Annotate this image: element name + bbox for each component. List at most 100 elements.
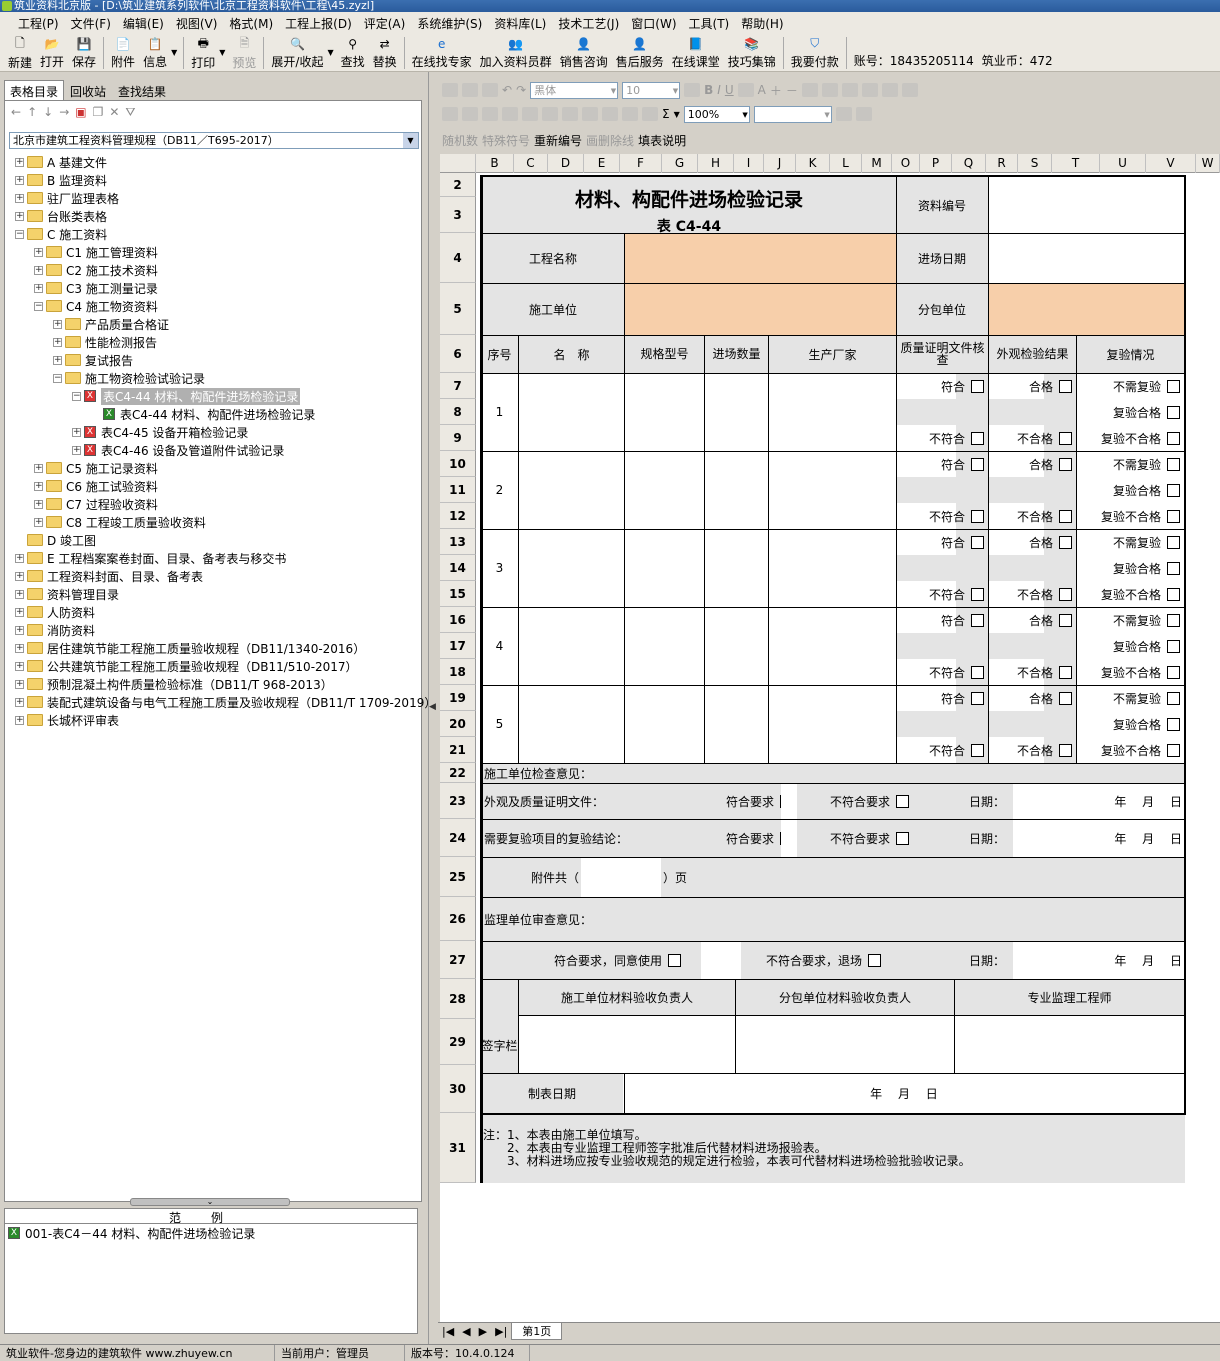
join-group-button[interactable]: 👥 加入资料员群: [476, 34, 556, 70]
expand-icon[interactable]: +: [34, 481, 43, 491]
filter-icon[interactable]: ⛛: [125, 105, 135, 125]
info-dropdown-arrow[interactable]: ▼: [171, 34, 180, 57]
row-header[interactable]: 19: [440, 685, 476, 711]
menu-view[interactable]: 视图(V): [170, 15, 224, 32]
align-center-icon[interactable]: [821, 83, 838, 97]
row-header[interactable]: 24: [440, 819, 476, 857]
menu-system[interactable]: 系统维护(S): [411, 15, 488, 32]
column-header[interactable]: L: [830, 154, 862, 173]
subcontractor-input[interactable]: [988, 283, 1184, 335]
menu-library[interactable]: 资料库(L): [488, 15, 552, 32]
column-header[interactable]: T: [1052, 154, 1100, 173]
row-header[interactable]: 10: [440, 451, 476, 477]
tips-button[interactable]: 📚 技巧集锦: [724, 34, 780, 70]
tree-node[interactable]: + 台账类表格: [9, 207, 421, 225]
expand-icon[interactable]: +: [15, 661, 24, 671]
cert-notok-checkbox[interactable]: [971, 509, 984, 523]
menu-help[interactable]: 帮助(H): [735, 15, 789, 32]
column-header[interactable]: K: [796, 154, 830, 173]
made-date-value[interactable]: 年 月 日: [624, 1073, 1184, 1113]
row-header[interactable]: 23: [440, 783, 476, 819]
print-dropdown-arrow[interactable]: ▼: [219, 34, 228, 57]
paste-icon[interactable]: [482, 83, 498, 97]
delete-row-icon[interactable]: [522, 107, 538, 121]
row-header[interactable]: 7: [440, 373, 476, 399]
menu-format[interactable]: 格式(M): [223, 15, 279, 32]
appearance-docs-notmeet-checkbox[interactable]: [896, 794, 909, 808]
row-header[interactable]: 15: [440, 581, 476, 607]
menu-report[interactable]: 工程上报(D): [279, 15, 358, 32]
tree-node[interactable]: + C1 施工管理资料: [9, 243, 421, 261]
retest-pass-checkbox[interactable]: [1167, 639, 1180, 653]
row-header[interactable]: 18: [440, 659, 476, 685]
item-name-input[interactable]: [519, 373, 623, 451]
item-spec-input[interactable]: [625, 607, 703, 685]
supervisor-accept-checkbox[interactable]: [668, 953, 681, 967]
cert-ok-checkbox[interactable]: [971, 613, 984, 627]
item-qty-input[interactable]: [705, 685, 767, 763]
font-size-select[interactable]: 10 ▼: [622, 81, 681, 99]
tree-node[interactable]: + E 工程档案案卷封面、目录、备考表与移交书: [9, 549, 421, 567]
open-button[interactable]: 📂 打开: [36, 34, 68, 70]
cert-ok-checkbox[interactable]: [971, 379, 984, 393]
collapse-icon[interactable]: −: [34, 301, 43, 311]
project-name-input[interactable]: [624, 233, 896, 283]
row-header[interactable]: 31: [440, 1113, 476, 1183]
row-header[interactable]: 6: [440, 335, 476, 373]
menu-project[interactable]: 工程(P): [12, 15, 65, 32]
column-header[interactable]: W: [1196, 154, 1220, 173]
expand-icon[interactable]: +: [15, 679, 24, 689]
row-header[interactable]: 2: [440, 173, 476, 197]
row-header[interactable]: 3: [440, 197, 476, 233]
expand-icon[interactable]: +: [53, 337, 62, 347]
tree-node[interactable]: + C5 施工记录资料: [9, 459, 421, 477]
expand-icon[interactable]: +: [34, 463, 43, 473]
tree-node[interactable]: − X 表C4-44 材料、构配件进场检验记录: [9, 387, 421, 405]
tree-node[interactable]: + 装配式建筑设备与电气工程施工质量及验收规程（DB11/T 1709-2019）: [9, 693, 436, 711]
column-header[interactable]: H: [698, 154, 734, 173]
row-header[interactable]: 16: [440, 607, 476, 633]
retest-fail-checkbox[interactable]: [1167, 743, 1180, 757]
next-sheet-icon[interactable]: ▶: [475, 1325, 491, 1338]
menu-tools[interactable]: 工具(T): [683, 15, 736, 32]
item-qty-input[interactable]: [705, 607, 767, 685]
copy-icon[interactable]: [442, 83, 458, 97]
appear-pass-checkbox[interactable]: [1059, 457, 1072, 471]
cert-ok-checkbox[interactable]: [971, 535, 984, 549]
retest-fail-checkbox[interactable]: [1167, 509, 1180, 523]
tree-node[interactable]: − C 施工资料: [9, 225, 421, 243]
column-header[interactable]: S: [1018, 154, 1052, 173]
cert-ok-checkbox[interactable]: [971, 457, 984, 471]
merge-icon[interactable]: [442, 107, 458, 121]
renumber-button[interactable]: 重新编号: [534, 132, 582, 149]
tree-node[interactable]: + 复试报告: [9, 351, 421, 369]
arrow-left-icon[interactable]: ←: [11, 105, 21, 125]
vertical-align-icon[interactable]: [901, 83, 918, 97]
tab-table-catalog[interactable]: 表格目录: [4, 80, 65, 100]
contractor-input[interactable]: [624, 283, 896, 335]
plus-icon[interactable]: ＋: [770, 82, 782, 99]
attachment-count-input[interactable]: [581, 857, 661, 897]
row-header[interactable]: 12: [440, 503, 476, 529]
sum-icon[interactable]: Σ: [662, 107, 670, 121]
item-name-input[interactable]: [519, 451, 623, 529]
item-name-input[interactable]: [519, 529, 623, 607]
sheet-tab-page1[interactable]: 第1页: [511, 1323, 563, 1340]
chart-icon[interactable]: [642, 107, 658, 121]
cert-notok-checkbox[interactable]: [971, 431, 984, 445]
cert-notok-checkbox[interactable]: [971, 743, 984, 757]
tree-node[interactable]: + 资料管理目录: [9, 585, 421, 603]
tree-node[interactable]: + 居住建筑节能工程施工质量验收规程（DB11/1340-2016）: [9, 639, 421, 657]
tree-node[interactable]: + B 监理资料: [9, 171, 421, 189]
cert-notok-checkbox[interactable]: [971, 665, 984, 679]
border-style-select[interactable]: ▼: [753, 105, 832, 123]
special-symbol-button[interactable]: 特殊符号: [482, 132, 530, 149]
menu-tech[interactable]: 技术工艺(J): [552, 15, 625, 32]
random-number-button[interactable]: 随机数: [442, 132, 478, 149]
classroom-button[interactable]: 📘 在线课堂: [668, 34, 724, 70]
arrow-right-icon[interactable]: →: [59, 105, 69, 125]
column-header[interactable]: F: [620, 154, 662, 173]
column-header[interactable]: B: [476, 154, 514, 173]
retest-none-checkbox[interactable]: [1167, 613, 1180, 627]
expand-icon[interactable]: +: [15, 697, 24, 707]
